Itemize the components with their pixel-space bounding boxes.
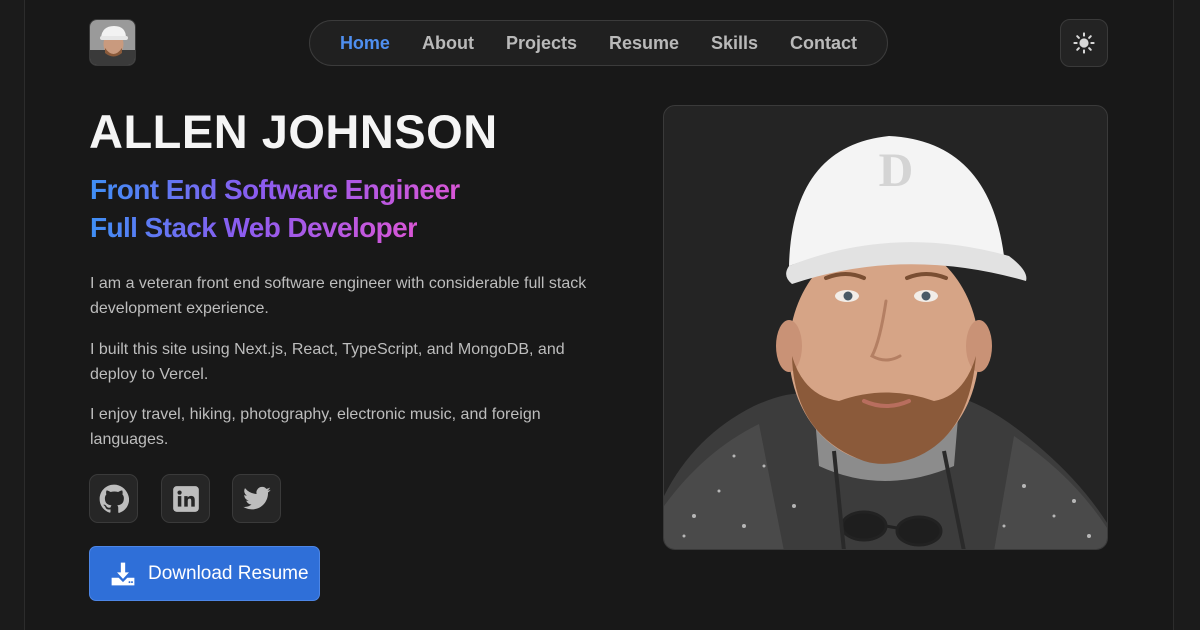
- linkedin-link[interactable]: [161, 474, 210, 523]
- theme-toggle-button[interactable]: [1060, 19, 1108, 67]
- sun-icon: [1073, 32, 1095, 54]
- svg-text:D: D: [879, 144, 914, 197]
- nav-home[interactable]: Home: [324, 33, 406, 54]
- avatar[interactable]: [89, 19, 136, 66]
- nav-skills[interactable]: Skills: [695, 33, 774, 54]
- download-resume-label: Download Resume: [148, 562, 309, 584]
- download-resume-button[interactable]: Download Resume: [89, 546, 320, 601]
- nav-contact[interactable]: Contact: [774, 33, 873, 54]
- profile-photo: D: [663, 105, 1108, 550]
- download-icon: [111, 562, 135, 585]
- github-link[interactable]: [89, 474, 138, 523]
- hero-role-line-1: Front End Software Engineer: [90, 174, 460, 205]
- intro-paragraph: I am a veteran front end software engine…: [90, 275, 587, 317]
- github-icon: [99, 484, 129, 513]
- tech-paragraph: I built this site using Next.js, React, …: [90, 341, 565, 383]
- hero-role-line-2: Full Stack Web Developer: [90, 212, 418, 243]
- nav-about[interactable]: About: [406, 33, 490, 54]
- twitter-icon: [242, 486, 271, 509]
- nav-projects[interactable]: Projects: [490, 33, 593, 54]
- twitter-link[interactable]: [232, 474, 281, 523]
- hero-name: ALLEN JOHNSON: [89, 105, 498, 158]
- hobbies-paragraph: I enjoy travel, hiking, photography, ele…: [90, 406, 541, 448]
- nav-resume[interactable]: Resume: [593, 33, 695, 54]
- main-nav: Home About Projects Resume Skills Contac…: [309, 20, 888, 66]
- linkedin-icon: [172, 485, 199, 512]
